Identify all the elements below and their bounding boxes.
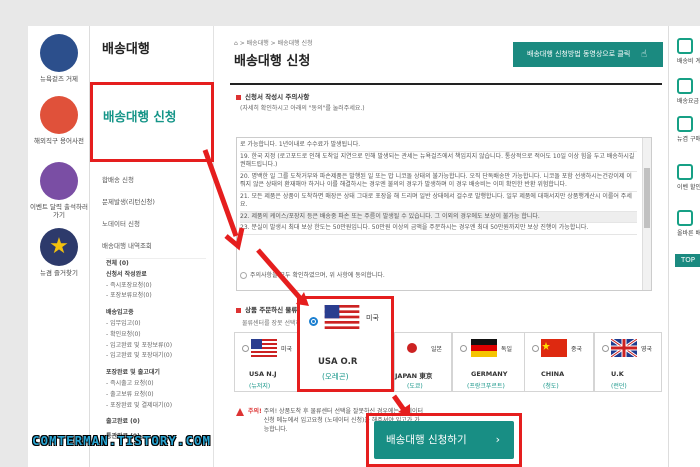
calendar-icon — [40, 162, 78, 200]
quick-item-calculator[interactable]: 배송비 계 — [669, 38, 700, 65]
notice-line: 23. 분실이 발생시 최대 보상 한도는 50만원입니다. 50만원 이상의 … — [240, 223, 637, 235]
notice-line: 21. 모든 제품은 상품이 도착하면 매장은 상태 그대로 포장을 해 드리며… — [240, 192, 637, 212]
history-submenu: 전체 (0) 신청서 작성완료 - 즉시포장요청(0) - 포장보류요청(0) … — [106, 258, 206, 443]
checkbox-icon[interactable] — [240, 272, 247, 279]
breadcrumb: ⌂ > 배송대행 > 배송대행 신청 — [234, 40, 313, 47]
check-icon — [677, 210, 693, 226]
quick-menu-left: 뉴욕겉즈 거제 해외직구 용어사전 이벤트 달력 출석하러 가기 ★ 뉴겸 즐거… — [28, 26, 90, 467]
side-navigation: 배송대행 배송대행 신청 합배송 신청 문제발생(리턴신청) 노데이터 신청 배… — [90, 26, 214, 467]
calculator-icon — [677, 38, 693, 54]
notice-section: 신청서 작성시 주의사항 (자세히 확인하시고 아래의 "동의"를 눌러주세요.… — [230, 83, 662, 294]
coupon-icon — [677, 164, 693, 180]
sidenav-item-history[interactable]: 배송대행 내역조회 — [102, 240, 152, 250]
quick-item-favorite[interactable]: ★ 뉴겸 즐거찾기 — [28, 228, 90, 277]
quick-item-guide[interactable]: 올바른 배 신청 — [669, 210, 700, 237]
cn-flag-icon — [541, 339, 567, 357]
notice-scrollbar[interactable] — [642, 138, 651, 290]
cart-icon — [677, 116, 693, 132]
center-option-uk[interactable]: 영국 U.K (런던) — [594, 332, 662, 392]
quick-item-dictionary[interactable]: 해외직구 용어사전 — [28, 96, 90, 145]
quick-item-gift[interactable]: 뉴욕겉즈 거제 — [28, 34, 90, 83]
pointer-hand-icon: ☝ — [641, 49, 648, 60]
submit-button[interactable]: 배송대행 신청하기 › — [374, 421, 514, 459]
notice-line: 22. 제품의 케이스/포장지 등은 배송중 파손 또는 주름이 발생될 수 있… — [240, 211, 637, 223]
fee-icon — [677, 78, 693, 94]
submenu-item[interactable]: - 입무입고(0) — [106, 319, 206, 330]
video-guide-button[interactable]: 배송대행 신청방법 동영상으로 클릭 ☝ — [513, 42, 663, 67]
submenu-item[interactable]: 배송입고중 — [106, 308, 206, 319]
submenu-item[interactable]: 신청서 작성완료 — [106, 270, 206, 281]
star-icon: ★ — [40, 228, 78, 266]
de-flag-icon — [471, 339, 497, 357]
warning-icon — [236, 407, 244, 416]
watermark-text: COMTERMAN.TISTORY.COM — [32, 433, 212, 448]
page-title: 배송대행 신청 — [234, 54, 311, 69]
sidenav-item-return[interactable]: 문제발생(리턴신청) — [102, 196, 155, 206]
submenu-item[interactable]: 포장완료 및 출고대기 — [106, 368, 206, 379]
notice-line: 19. 한국 지정 (로고포드로 인해 도착일 지연으로 인해 발생되는 관세는… — [240, 152, 637, 172]
scrollbar-thumb[interactable] — [644, 168, 650, 228]
gift-icon — [40, 34, 78, 72]
radio-button[interactable] — [532, 345, 539, 352]
notice-header: 신청서 작성시 주의사항 — [236, 91, 309, 101]
submenu-item[interactable]: 출고완료 (0) — [106, 417, 206, 428]
bullet-icon — [236, 94, 241, 100]
dictionary-icon — [40, 96, 78, 134]
radio-button[interactable] — [602, 345, 609, 352]
submenu-item[interactable]: - 확인요청(0) — [106, 330, 206, 341]
uk-flag-icon — [611, 339, 637, 357]
sidenav-item-active[interactable]: 배송대행 신청 — [90, 82, 214, 162]
center-option-germany[interactable]: 독일 GERMANY (프랑크푸르트) — [452, 332, 526, 392]
submenu-item[interactable]: - 포장완료 및 결제대기(0) — [106, 401, 206, 412]
radio-button[interactable] — [460, 345, 467, 352]
submenu-item[interactable]: - 즉시출고 요청(0) — [106, 379, 206, 390]
submenu-item[interactable]: - 입고완료 및 포장대기(0) — [106, 351, 206, 362]
center-option-japan[interactable]: 일본 JAPAN 東京 (도쿄) — [394, 332, 452, 392]
submenu-item[interactable]: - 포장보류요청(0) — [106, 291, 206, 302]
scroll-top-button[interactable]: TOP — [675, 254, 700, 267]
submenu-item[interactable]: 전체 (0) — [106, 259, 206, 270]
sidenav-item-combine[interactable]: 합배송 신청 — [102, 174, 134, 184]
main-content: ⌂ > 배송대행 > 배송대행 신청 배송대행 신청 배송대행 신청방법 동영상… — [214, 26, 668, 467]
center-option-usa-nj[interactable]: 미국 USA N.J (뉴저지) — [234, 332, 304, 392]
submenu-item[interactable]: - 출고보류 요청(0) — [106, 390, 206, 401]
bullet-icon — [236, 307, 241, 313]
us-flag-icon — [324, 305, 360, 329]
agree-checkbox[interactable]: 주의사항을 모두 확인하였으며, 위 사항에 동의합니다. — [240, 270, 385, 279]
notice-line: 20. 명백한 일 그를 도착거부와 파손제품은 발행된 일 또는 밥 니코돌 … — [240, 172, 637, 192]
notice-subtitle: (자세히 확인하시고 아래의 "동의"를 눌러주세요.) — [240, 105, 365, 112]
radio-button[interactable] — [242, 345, 249, 352]
notice-line: 로 가능합니다. 1년이내로 수수료가 발생됩니다. — [240, 140, 637, 152]
jp-flag-icon — [399, 339, 425, 357]
submenu-item[interactable]: - 즉시포장요청(0) — [106, 281, 206, 292]
submenu-item[interactable]: - 입고완료 및 포장보류(0) — [106, 341, 206, 352]
quick-item-coupon[interactable]: 이벤 할인쿠 — [669, 164, 700, 191]
center-option-china[interactable]: 중국 CHINA (청도) — [524, 332, 594, 392]
quick-item-purchase[interactable]: 뉴겸 구매 신청 — [669, 116, 700, 143]
sidenav-item-nodata[interactable]: 노데이터 신청 — [102, 218, 140, 228]
quick-item-fee[interactable]: 배송요금 — [669, 78, 700, 105]
chevron-right-icon: › — [495, 433, 500, 446]
center-option-usa-or[interactable]: 미국 USA O.R (오레곤) — [297, 296, 394, 392]
quick-item-calendar[interactable]: 이벤트 달력 출석하러 가기 — [28, 162, 90, 219]
sidenav-title: 배송대행 — [102, 42, 150, 57]
notice-textbox[interactable]: 로 가능합니다. 1년이내로 수수료가 발생됩니다. 19. 한국 지정 (로고… — [236, 137, 652, 291]
radio-button-selected[interactable] — [309, 317, 318, 326]
us-flag-icon — [251, 339, 277, 357]
quick-menu-right: 배송비 계 배송요금 뉴겸 구매 신청 이벤 할인쿠 올바른 배 신청 TOP — [668, 26, 700, 467]
